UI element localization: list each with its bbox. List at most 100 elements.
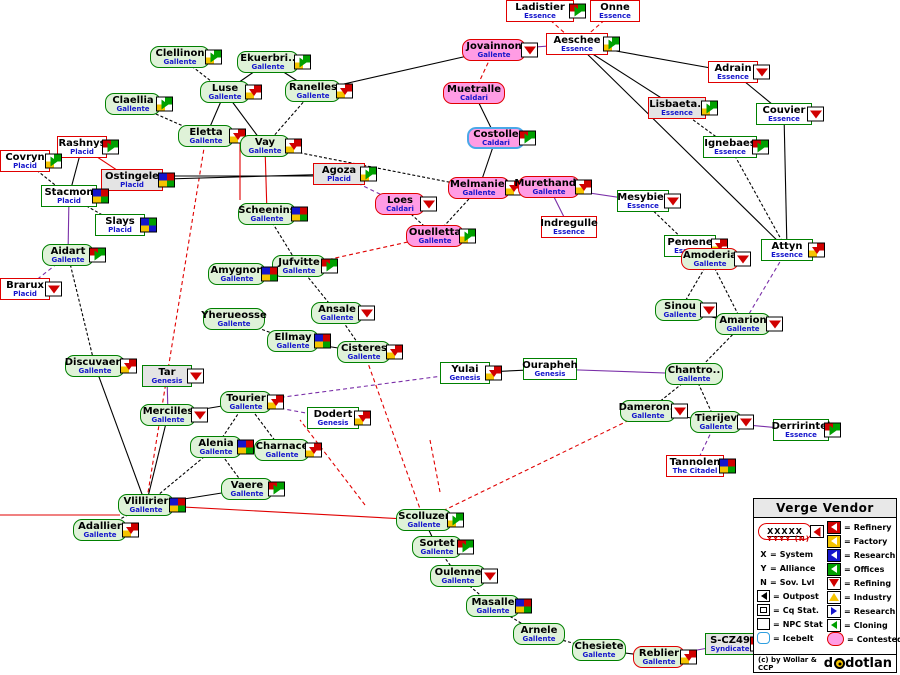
system-node-dameron[interactable]: Dameron.. Gallente bbox=[619, 400, 688, 422]
station-icon[interactable] bbox=[753, 64, 770, 80]
system-node-reblier[interactable]: Reblier Gallente bbox=[633, 646, 697, 668]
system-node-claelia[interactable]: Claellia Gallente bbox=[105, 93, 173, 115]
system-node-stacmon[interactable]: Stacmon Placid bbox=[41, 185, 109, 207]
system-node-derririntel[interactable]: Derririntel Essence bbox=[772, 419, 841, 441]
station-icon[interactable] bbox=[680, 649, 697, 665]
station-icon[interactable] bbox=[734, 251, 751, 267]
station-icon[interactable] bbox=[321, 258, 338, 274]
system-node-luse[interactable]: Luse Gallente bbox=[200, 81, 262, 103]
station-icon[interactable] bbox=[807, 106, 824, 122]
station-icon[interactable] bbox=[102, 139, 119, 155]
system-node-yherueosse[interactable]: Yherueosse Gallente bbox=[201, 308, 267, 330]
station-icon[interactable] bbox=[766, 316, 783, 332]
system-node-scz49[interactable]: S-CZ49 Syndicate bbox=[705, 633, 767, 655]
system-node-ranelles[interactable]: Ranelles Gallente bbox=[285, 80, 353, 102]
station-icon[interactable] bbox=[386, 344, 403, 360]
station-icon[interactable] bbox=[358, 305, 375, 321]
station-icon[interactable] bbox=[575, 179, 592, 195]
system-node-oulenne[interactable]: Oulenne Gallente bbox=[430, 565, 498, 587]
system-node-agoza[interactable]: Agoza Placid bbox=[313, 163, 377, 185]
system-node-covryn[interactable]: Covryn Placid bbox=[0, 150, 62, 172]
system-node-ladistier[interactable]: Ladistier Essence bbox=[506, 0, 586, 22]
system-node-scolluzer[interactable]: Scolluzer Gallente bbox=[396, 509, 464, 531]
station-icon[interactable] bbox=[237, 439, 254, 455]
station-icon[interactable] bbox=[737, 414, 754, 430]
system-node-amoderia[interactable]: Amoderia Gallente bbox=[681, 248, 751, 270]
station-icon[interactable] bbox=[261, 266, 278, 282]
system-node-tourier[interactable]: Tourier Gallente bbox=[220, 391, 284, 413]
station-icon[interactable] bbox=[191, 407, 208, 423]
system-node-adrain[interactable]: Adrain Essence bbox=[708, 61, 770, 83]
system-node-ostingele[interactable]: Ostingele Placid bbox=[101, 169, 175, 191]
system-node-sinou[interactable]: Sinou Gallente bbox=[655, 299, 717, 321]
system-node-vlillirier[interactable]: Vlillirier Gallente bbox=[118, 494, 186, 516]
system-node-ignebaes[interactable]: Ignebaes Essence bbox=[703, 136, 769, 158]
system-node-couvier[interactable]: Couvier Essence bbox=[756, 103, 824, 125]
station-icon[interactable] bbox=[481, 568, 498, 584]
system-node-aidart[interactable]: Aidart Gallente bbox=[42, 244, 106, 266]
system-node-amarion[interactable]: Amarion Gallente bbox=[715, 313, 783, 335]
system-node-ellmay[interactable]: Ellmay Gallente bbox=[267, 330, 331, 352]
station-icon[interactable] bbox=[314, 333, 331, 349]
station-icon[interactable] bbox=[156, 96, 173, 112]
station-icon[interactable] bbox=[457, 539, 474, 555]
system-node-muetralle[interactable]: Muetralle Caldari bbox=[443, 82, 505, 104]
station-icon[interactable] bbox=[205, 49, 222, 65]
station-icon[interactable] bbox=[447, 512, 464, 528]
system-node-vay[interactable]: Vay Gallente bbox=[240, 135, 302, 157]
station-icon[interactable] bbox=[294, 54, 311, 70]
station-icon[interactable] bbox=[521, 42, 538, 58]
system-node-attyn[interactable]: Attyn Essence bbox=[761, 239, 825, 261]
system-node-ourapheh[interactable]: Ourapheh Genesis bbox=[522, 358, 578, 380]
station-icon[interactable] bbox=[420, 196, 437, 212]
system-node-eletta[interactable]: Eletta Gallente bbox=[178, 125, 246, 147]
system-node-aeschee[interactable]: Aeschee Essence bbox=[546, 33, 620, 55]
station-icon[interactable] bbox=[305, 442, 322, 458]
station-icon[interactable] bbox=[808, 242, 825, 258]
station-icon[interactable] bbox=[268, 481, 285, 497]
system-node-onne[interactable]: Onne Essence bbox=[590, 0, 640, 22]
system-node-tierijev[interactable]: Tierijev Gallente bbox=[690, 411, 754, 433]
station-icon[interactable] bbox=[122, 522, 139, 538]
station-icon[interactable] bbox=[671, 403, 688, 419]
system-node-sortet[interactable]: Sortet Gallente bbox=[412, 536, 474, 558]
system-node-adalier[interactable]: Adallier Gallente bbox=[73, 519, 139, 541]
station-icon[interactable] bbox=[360, 166, 377, 182]
system-node-tar[interactable]: Tar Genesis bbox=[142, 365, 204, 387]
station-icon[interactable] bbox=[719, 458, 736, 474]
system-node-melmaniel[interactable]: Melmaniel Gallente bbox=[448, 177, 522, 199]
system-node-amygnon[interactable]: Amygnon Gallente bbox=[208, 263, 278, 285]
station-icon[interactable] bbox=[92, 188, 109, 204]
station-icon[interactable] bbox=[336, 83, 353, 99]
system-node-rashnys[interactable]: Rashnys Placid bbox=[57, 136, 119, 158]
system-node-mercilles[interactable]: Mercilles Gallente bbox=[140, 404, 208, 426]
station-icon[interactable] bbox=[569, 3, 586, 19]
station-icon[interactable] bbox=[245, 84, 262, 100]
station-icon[interactable] bbox=[824, 422, 841, 438]
system-node-jufvitte[interactable]: Jufvitte Gallente bbox=[272, 255, 338, 277]
system-node-alentene[interactable]: Alenia Gallente bbox=[190, 436, 254, 458]
system-node-ekuerbri[interactable]: Ekuerbri.. Gallente bbox=[237, 51, 311, 73]
system-node-mesybier[interactable]: Mesybier Essence bbox=[617, 190, 681, 212]
station-icon[interactable] bbox=[267, 394, 284, 410]
station-icon[interactable] bbox=[45, 153, 62, 169]
station-icon[interactable] bbox=[515, 598, 532, 614]
station-icon[interactable] bbox=[752, 139, 769, 155]
station-icon[interactable] bbox=[700, 302, 717, 318]
system-node-indregulle[interactable]: Indregulle Essence bbox=[540, 216, 598, 238]
system-node-discuvaert[interactable]: Discuvaert Gallente bbox=[65, 355, 137, 377]
station-icon[interactable] bbox=[291, 206, 308, 222]
system-node-jovainnon[interactable]: Jovainnon Gallente bbox=[462, 39, 538, 61]
system-node-ansale[interactable]: Ansale Gallente bbox=[311, 302, 375, 324]
system-node-arnele[interactable]: Arnele Gallente bbox=[513, 623, 565, 645]
station-icon[interactable] bbox=[664, 193, 681, 209]
station-icon[interactable] bbox=[158, 172, 175, 188]
station-icon[interactable] bbox=[519, 130, 536, 146]
system-node-masalle[interactable]: Masalle Gallente bbox=[466, 595, 532, 617]
system-node-lisbaetanne[interactable]: Lisbaeta.. Essence bbox=[648, 97, 718, 119]
system-node-brarux[interactable]: Brarux Placid bbox=[0, 278, 62, 300]
system-node-chesiete[interactable]: Chesiete Gallente bbox=[572, 639, 626, 661]
system-node-tannolen[interactable]: Tannolen The Citadel bbox=[666, 455, 736, 477]
system-node-dodixie[interactable]: Dodert Genesis bbox=[307, 407, 371, 429]
system-node-cisteres[interactable]: Cisteres Gallente bbox=[337, 341, 403, 363]
